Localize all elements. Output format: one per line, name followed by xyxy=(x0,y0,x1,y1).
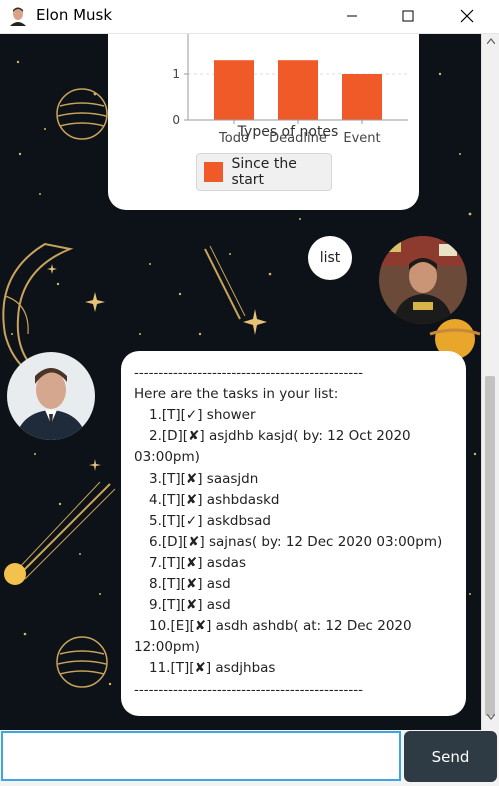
legend-label: Since the start xyxy=(231,156,297,188)
chart-y-ticks: 01 xyxy=(172,67,188,127)
chart-x-axis-label: Types of notes xyxy=(237,124,339,140)
send-button-label: Send xyxy=(431,747,470,766)
scrollbar-thumb[interactable] xyxy=(485,376,495,716)
chart-bar-deadline xyxy=(278,60,318,120)
message-line: 9.[T][✘] asd xyxy=(149,597,231,614)
message-line: 10.[E][✘] asdh ashdb( at: 12 Dec 2020 xyxy=(149,618,412,635)
bot-photo xyxy=(7,352,95,440)
message-line: 2.[D][✘] asjdhb kasjd( by: 12 Oct 2020 xyxy=(149,428,411,445)
minimize-icon xyxy=(347,15,357,17)
chart-bars xyxy=(214,60,382,120)
message-line: 1.[T][✓] shower xyxy=(149,407,256,424)
chart-card: 01 Todo Deadline Event Types of notes Sinc… xyxy=(108,34,419,210)
legend-swatch xyxy=(204,162,224,182)
send-button[interactable]: Send xyxy=(404,731,497,782)
user-message-text: list xyxy=(319,250,341,266)
message-line: Here are the tasks in your list: xyxy=(134,386,339,403)
maximize-button[interactable] xyxy=(385,0,431,32)
message-input[interactable] xyxy=(1,731,401,781)
message-line: 12:00pm) xyxy=(134,639,200,656)
message-line: 6.[D][✘] sajnas( by: 12 Dec 2020 03:00pm… xyxy=(149,533,443,550)
user-photo xyxy=(379,236,467,324)
maximize-icon xyxy=(402,10,414,22)
window-title: Elon Musk xyxy=(36,6,113,24)
chat-scrollbar[interactable] xyxy=(481,34,499,730)
close-icon xyxy=(460,9,474,23)
chart-bar-todo xyxy=(214,60,254,120)
scroll-down-icon[interactable] xyxy=(487,714,495,720)
message-line: 7.[T][✘] asdas xyxy=(149,554,246,571)
minimize-button[interactable] xyxy=(329,0,375,32)
message-line: 8.[T][✘] asd xyxy=(149,576,231,592)
elon-portrait-icon xyxy=(8,6,28,26)
input-bar: Send xyxy=(0,730,499,786)
user-message-bubble: list xyxy=(308,236,352,280)
chart-legend: Since the start xyxy=(196,153,332,191)
message-line: 03:00pm) xyxy=(134,449,200,466)
message-line: ----------------------------------------… xyxy=(134,681,363,698)
message-line: 3.[T][✘] saasjdn xyxy=(149,470,259,487)
message-line: 4.[T][✘] ashbdaskd xyxy=(149,491,280,508)
scroll-up-icon[interactable] xyxy=(487,38,495,44)
message-line: ----------------------------------------… xyxy=(134,365,363,381)
message-line: 5.[T][✓] askdbsad xyxy=(149,512,271,529)
close-button[interactable] xyxy=(444,0,490,32)
chart-y-tick-label: 1 xyxy=(172,67,180,81)
chat-area[interactable]: 01 Todo Deadline Event Types of notes Sinc… xyxy=(0,34,481,730)
chart-bar-event xyxy=(342,74,382,120)
user-avatar xyxy=(379,236,467,324)
message-line: 11.[T][✘] asdjhbas xyxy=(149,660,276,677)
bot-message-bubble: ----------------------------------------… xyxy=(121,351,466,716)
bot-avatar xyxy=(7,352,95,440)
title-bar: Elon Musk xyxy=(0,0,499,34)
